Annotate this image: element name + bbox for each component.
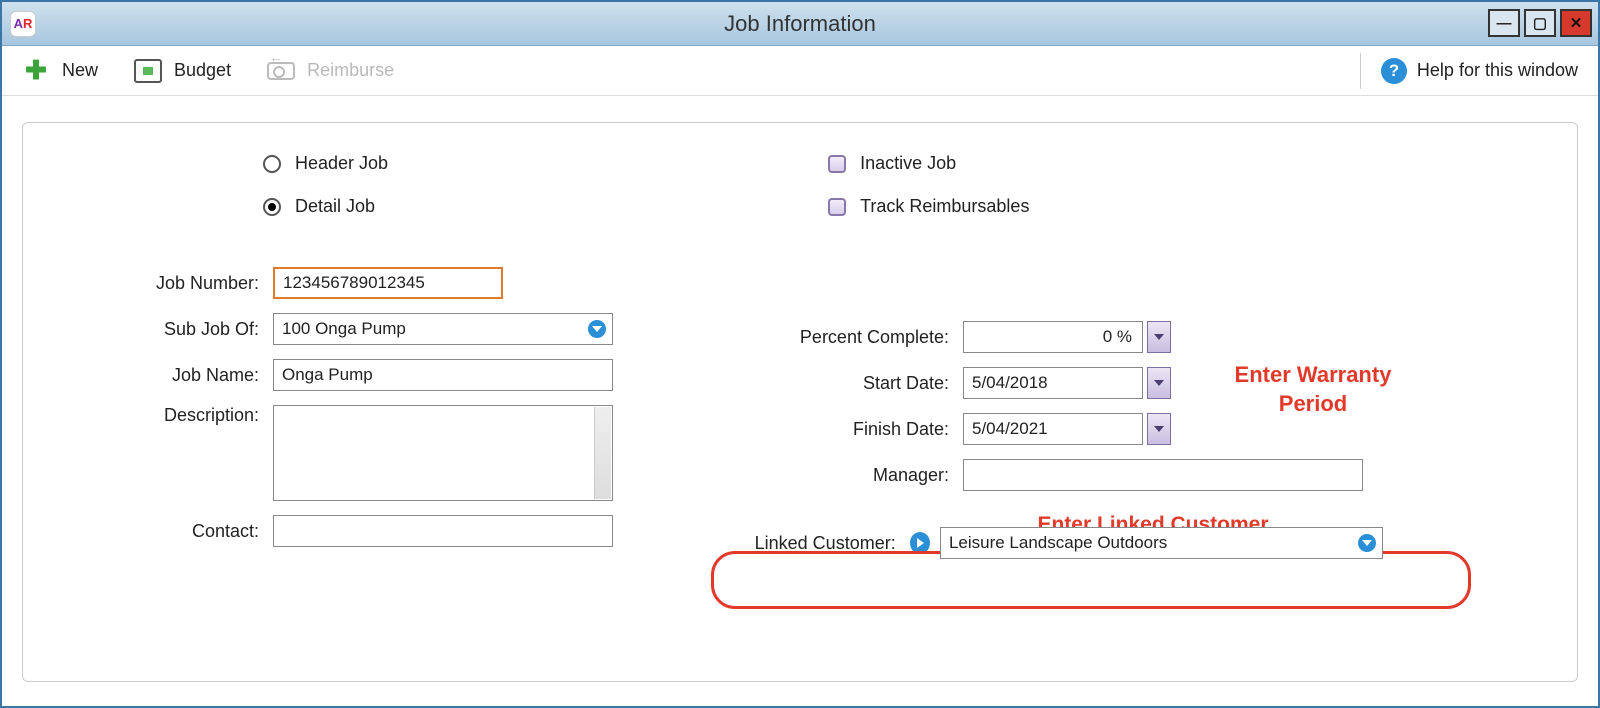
help-label: Help for this window <box>1417 60 1578 81</box>
form-area: Job Number: 123456789012345 Sub Job Of: … <box>63 267 1537 559</box>
help-icon: ? <box>1381 58 1407 84</box>
inactive-job-label: Inactive Job <box>860 153 956 174</box>
titlebar: AR Job Information — ▢ ✕ <box>2 2 1598 46</box>
header-job-radio[interactable]: Header Job <box>263 153 388 174</box>
job-number-value: 123456789012345 <box>283 273 425 293</box>
new-label: New <box>62 60 98 81</box>
linked-customer-field: Linked Customer: Leisure Landscape Outdo… <box>743 527 1383 559</box>
contact-label: Contact: <box>63 521 273 542</box>
track-reimbursables-checkbox[interactable]: Track Reimbursables <box>828 196 1029 217</box>
start-date-input[interactable]: 5/04/2018 <box>963 367 1143 399</box>
form-panel: Header Job Detail Job Inactive Job Track… <box>22 122 1578 682</box>
form-right-column: Enter Warranty Period Enter Linked Custo… <box>743 321 1383 559</box>
manager-input[interactable] <box>963 459 1363 491</box>
arrow-right-icon[interactable] <box>910 532 930 554</box>
manager-field: Manager: <box>743 459 1383 491</box>
sub-job-of-field: Sub Job Of: 100 Onga Pump <box>63 313 623 345</box>
maximize-button[interactable]: ▢ <box>1524 9 1556 37</box>
finish-date-value: 5/04/2021 <box>972 419 1048 439</box>
budget-icon <box>134 59 162 83</box>
new-button[interactable]: ✚ New <box>22 59 98 83</box>
checkbox-icon <box>828 198 846 216</box>
percent-complete-label: Percent Complete: <box>743 327 963 348</box>
sub-job-of-input[interactable]: 100 Onga Pump <box>273 313 613 345</box>
window-title: Job Information <box>2 11 1598 37</box>
job-type-radios: Header Job Detail Job <box>263 153 388 217</box>
contact-field: Contact: <box>63 515 623 547</box>
detail-job-radio[interactable]: Detail Job <box>263 196 388 217</box>
budget-label: Budget <box>174 60 231 81</box>
finish-date-picker[interactable] <box>1147 413 1171 445</box>
job-flags: Inactive Job Track Reimbursables <box>828 153 1029 217</box>
contact-input[interactable] <box>273 515 613 547</box>
header-job-label: Header Job <box>295 153 388 174</box>
description-field: Description: <box>63 405 623 501</box>
finish-date-input[interactable]: 5/04/2021 <box>963 413 1143 445</box>
linked-customer-input[interactable]: Leisure Landscape Outdoors <box>940 527 1383 559</box>
linked-customer-label: Linked Customer: <box>743 533 910 554</box>
job-name-field: Job Name: Onga Pump <box>63 359 623 391</box>
manager-label: Manager: <box>743 465 963 486</box>
radio-icon <box>263 155 281 173</box>
reimburse-icon <box>267 59 295 83</box>
dropdown-icon[interactable] <box>588 320 606 338</box>
annotation-ring-linked-customer <box>711 551 1471 609</box>
toolbar: ✚ New Budget Reimburse ? Help for this w… <box>2 46 1598 96</box>
close-button[interactable]: ✕ <box>1560 9 1592 37</box>
percent-complete-value: 0 % <box>1103 327 1132 347</box>
job-name-label: Job Name: <box>63 365 273 386</box>
checkbox-icon <box>828 155 846 173</box>
options-row: Header Job Detail Job Inactive Job Track… <box>263 153 1537 217</box>
job-name-input[interactable]: Onga Pump <box>273 359 613 391</box>
reimburse-label: Reimburse <box>307 60 394 81</box>
track-reimbursables-label: Track Reimbursables <box>860 196 1029 217</box>
percent-complete-stepper[interactable] <box>1147 321 1171 353</box>
detail-job-label: Detail Job <box>295 196 375 217</box>
job-number-input[interactable]: 123456789012345 <box>273 267 503 299</box>
reimburse-button: Reimburse <box>267 59 394 83</box>
dropdown-icon[interactable] <box>1358 534 1376 552</box>
start-date-label: Start Date: <box>743 373 963 394</box>
start-date-value: 5/04/2018 <box>972 373 1048 393</box>
inactive-job-checkbox[interactable]: Inactive Job <box>828 153 1029 174</box>
finish-date-label: Finish Date: <box>743 419 963 440</box>
description-label: Description: <box>63 405 273 426</box>
sub-job-of-label: Sub Job Of: <box>63 319 273 340</box>
radio-icon-selected <box>263 198 281 216</box>
description-input[interactable] <box>273 405 613 501</box>
linked-customer-value: Leisure Landscape Outdoors <box>949 533 1167 553</box>
form-left-column: Job Number: 123456789012345 Sub Job Of: … <box>63 267 623 559</box>
start-date-picker[interactable] <box>1147 367 1171 399</box>
job-number-label: Job Number: <box>63 273 273 294</box>
percent-complete-input[interactable]: 0 % <box>963 321 1143 353</box>
window-controls: — ▢ ✕ <box>1488 9 1592 37</box>
job-information-window: AR Job Information — ▢ ✕ ✚ New Budget Re… <box>0 0 1600 708</box>
job-name-value: Onga Pump <box>282 365 373 385</box>
job-number-field: Job Number: 123456789012345 <box>63 267 623 299</box>
percent-complete-field: Percent Complete: 0 % <box>743 321 1383 353</box>
sub-job-of-value: 100 Onga Pump <box>282 319 406 339</box>
budget-button[interactable]: Budget <box>134 59 231 83</box>
plus-icon: ✚ <box>22 59 50 83</box>
annotation-warranty: Enter Warranty Period <box>1203 361 1423 418</box>
help-button[interactable]: ? Help for this window <box>1360 53 1578 89</box>
minimize-button[interactable]: — <box>1488 9 1520 37</box>
